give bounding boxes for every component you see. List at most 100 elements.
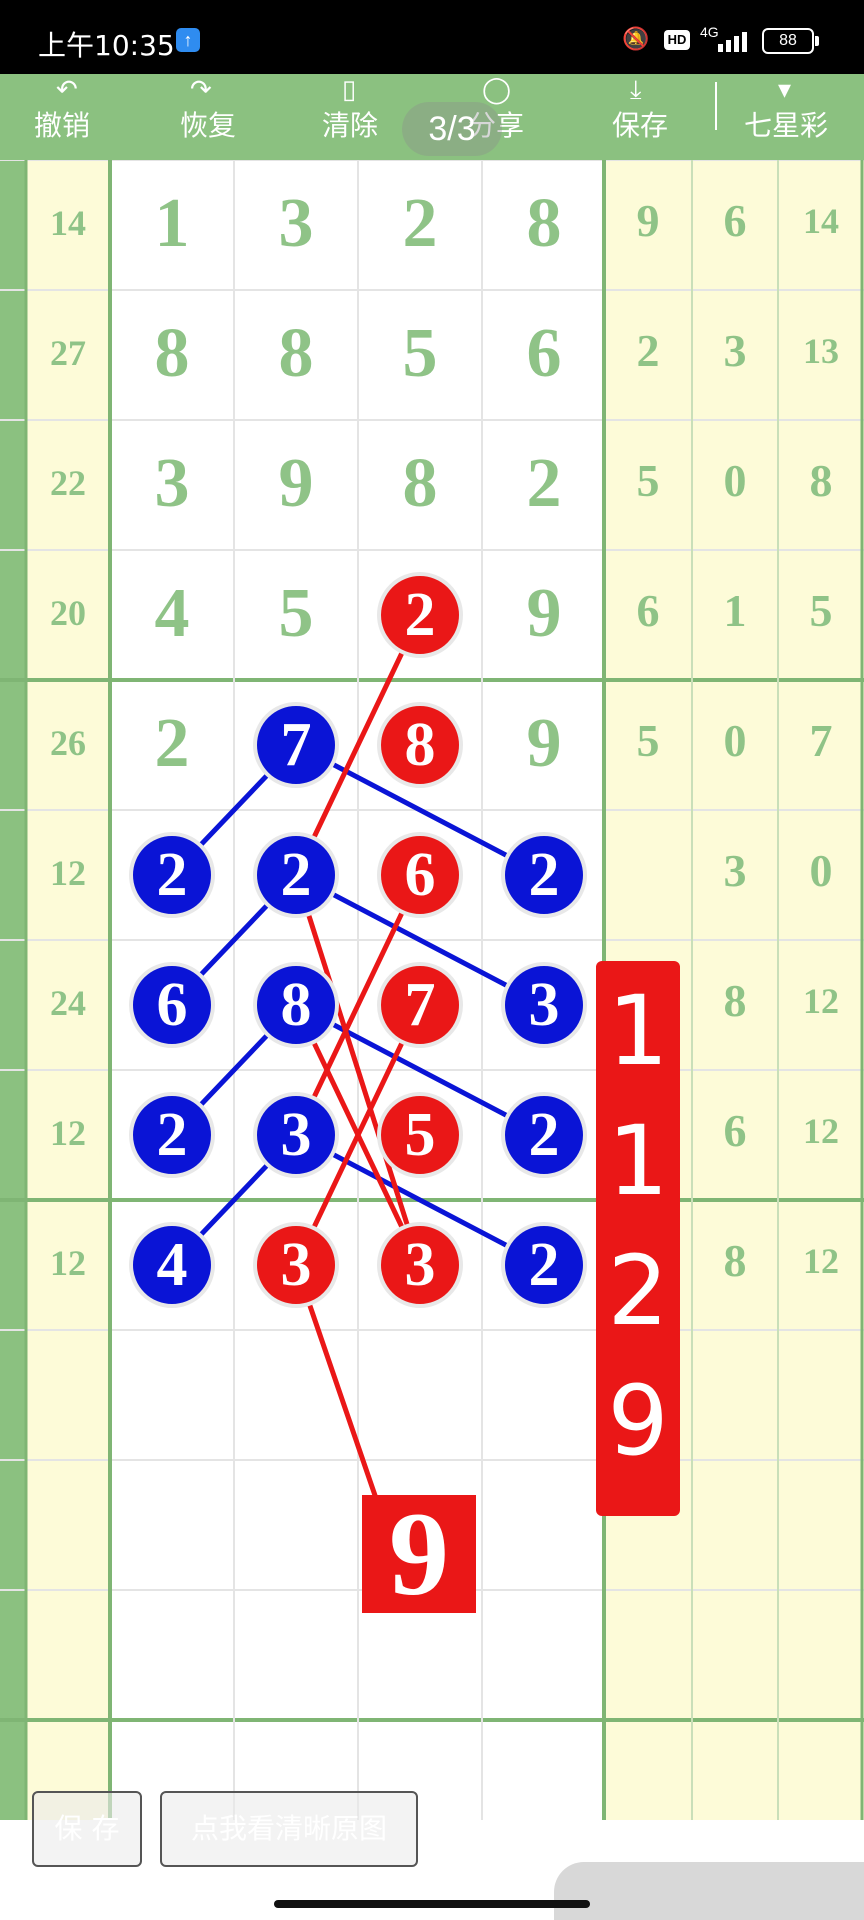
side-number: 12: [803, 1241, 839, 1281]
save-button[interactable]: 保存: [612, 104, 668, 144]
main-number: 8: [278, 315, 314, 392]
blue-ball: 2: [501, 1092, 587, 1178]
blue-ball: 8: [253, 962, 339, 1048]
status-bar: 上午10:35 ↑ 🔕 HD 4G 88: [0, 0, 864, 74]
toolbar-divider: [715, 82, 717, 130]
red-ball: 2: [377, 572, 463, 658]
main-number: 2: [154, 705, 190, 782]
blue-ball: 6: [129, 962, 215, 1048]
side-number: 0: [723, 455, 747, 506]
side-number: 6: [723, 195, 747, 246]
undo-button[interactable]: 撤销: [34, 104, 90, 144]
main-number: 8: [526, 185, 562, 262]
side-number: 12: [803, 981, 839, 1021]
side-number: 0: [809, 845, 833, 896]
redo-button[interactable]: 恢复: [180, 104, 236, 144]
redo-icon[interactable]: ↷: [190, 74, 212, 105]
main-number: 9: [526, 705, 562, 782]
main-number: 9: [278, 445, 314, 522]
main-number: 8: [154, 315, 190, 392]
upload-arrow-icon: ↑: [176, 28, 200, 52]
trash-icon[interactable]: ▯: [342, 74, 356, 105]
main-number: 8: [402, 445, 438, 522]
side-number: 1: [723, 585, 747, 636]
side-number: 6: [636, 585, 660, 636]
blue-ball: 4: [129, 1222, 215, 1308]
main-number: 2: [526, 445, 562, 522]
row-label: 26: [50, 723, 86, 763]
result-box: 9: [362, 1494, 476, 1614]
main-number: 3: [154, 445, 190, 522]
blue-ball: 3: [501, 962, 587, 1048]
blue-ball: 7: [253, 702, 339, 788]
row-label: 12: [50, 853, 86, 893]
red-ball: 8: [377, 702, 463, 788]
side-number: 0: [723, 715, 747, 766]
side-number: 12: [803, 1111, 839, 1151]
row-label: 20: [50, 593, 86, 633]
floating-panel[interactable]: [554, 1862, 864, 1920]
blue-ball: 2: [253, 832, 339, 918]
sum-column: 1 1 2 9: [596, 961, 680, 1516]
main-number: 5: [278, 575, 314, 652]
undo-icon[interactable]: ↶: [56, 74, 78, 105]
side-number: 5: [636, 455, 660, 506]
clock: 上午10:35: [38, 29, 175, 62]
view-original-button[interactable]: 点我看清晰原图: [160, 1791, 418, 1867]
blue-ball: 2: [501, 1222, 587, 1308]
row-label: 12: [50, 1113, 86, 1153]
side-number: 5: [809, 585, 833, 636]
main-number: 4: [154, 575, 190, 652]
red-ball: 5: [377, 1092, 463, 1178]
red-ball: 7: [377, 962, 463, 1048]
page-indicator: 3/3: [402, 102, 502, 156]
lottery-chart-sheet: 14 27 22 20 26 12 24 12 12 13288856398245929 961…: [0, 160, 864, 1820]
download-icon[interactable]: ⤓: [630, 74, 642, 106]
blue-ball: 2: [129, 1092, 215, 1178]
side-number: 8: [809, 455, 833, 506]
side-number: 8: [723, 1235, 747, 1286]
side-number: 3: [723, 845, 747, 896]
main-number: 6: [526, 315, 562, 392]
clear-button[interactable]: 清除: [322, 104, 378, 144]
row-label: 22: [50, 463, 86, 503]
sum-digit: 9: [607, 1365, 669, 1477]
blue-ball: 2: [129, 832, 215, 918]
side-number: 13: [803, 331, 839, 371]
blue-ball: 3: [253, 1092, 339, 1178]
network-type: 4G: [700, 24, 719, 40]
share-icon[interactable]: ◯: [482, 74, 511, 105]
row-label: 12: [50, 1243, 86, 1283]
main-number: 9: [526, 575, 562, 652]
red-ball: 3: [253, 1222, 339, 1308]
main-number: 1: [154, 185, 190, 262]
row-label: 27: [50, 333, 86, 373]
sum-digit: 1: [607, 975, 669, 1087]
sum-digit: 2: [607, 1235, 669, 1347]
side-number: 14: [803, 201, 839, 241]
side-number: 5: [636, 715, 660, 766]
row-label: 14: [50, 203, 86, 243]
hd-badge: HD: [664, 30, 690, 50]
row-label: 24: [50, 983, 86, 1023]
side-number: 3: [723, 325, 747, 376]
save-image-button[interactable]: 保 存: [32, 1791, 142, 1867]
red-ball: 3: [377, 1222, 463, 1308]
side-number: 9: [636, 195, 660, 246]
main-number: 5: [402, 315, 438, 392]
toolbar: ↶ 撤销 ↷ 恢复 ▯ 清除 ◯ 分享 ⤓ 保存 ▾ 七星彩 3/3: [0, 74, 864, 160]
side-number: 7: [809, 715, 833, 766]
side-number: 2: [636, 325, 660, 376]
mute-bell-icon: 🔕: [622, 26, 650, 51]
main-number: 3: [278, 185, 314, 262]
lottery-type-selector[interactable]: 七星彩: [744, 104, 828, 144]
home-indicator[interactable]: [274, 1900, 590, 1908]
side-number: 6: [723, 1105, 747, 1156]
battery-icon: 88: [762, 28, 819, 54]
battery-level: 88: [779, 32, 797, 49]
side-number: 8: [723, 975, 747, 1026]
sum-digit: 1: [607, 1105, 669, 1217]
main-number: 2: [402, 185, 438, 262]
red-ball: 6: [377, 832, 463, 918]
dropdown-icon[interactable]: ▾: [778, 74, 791, 105]
